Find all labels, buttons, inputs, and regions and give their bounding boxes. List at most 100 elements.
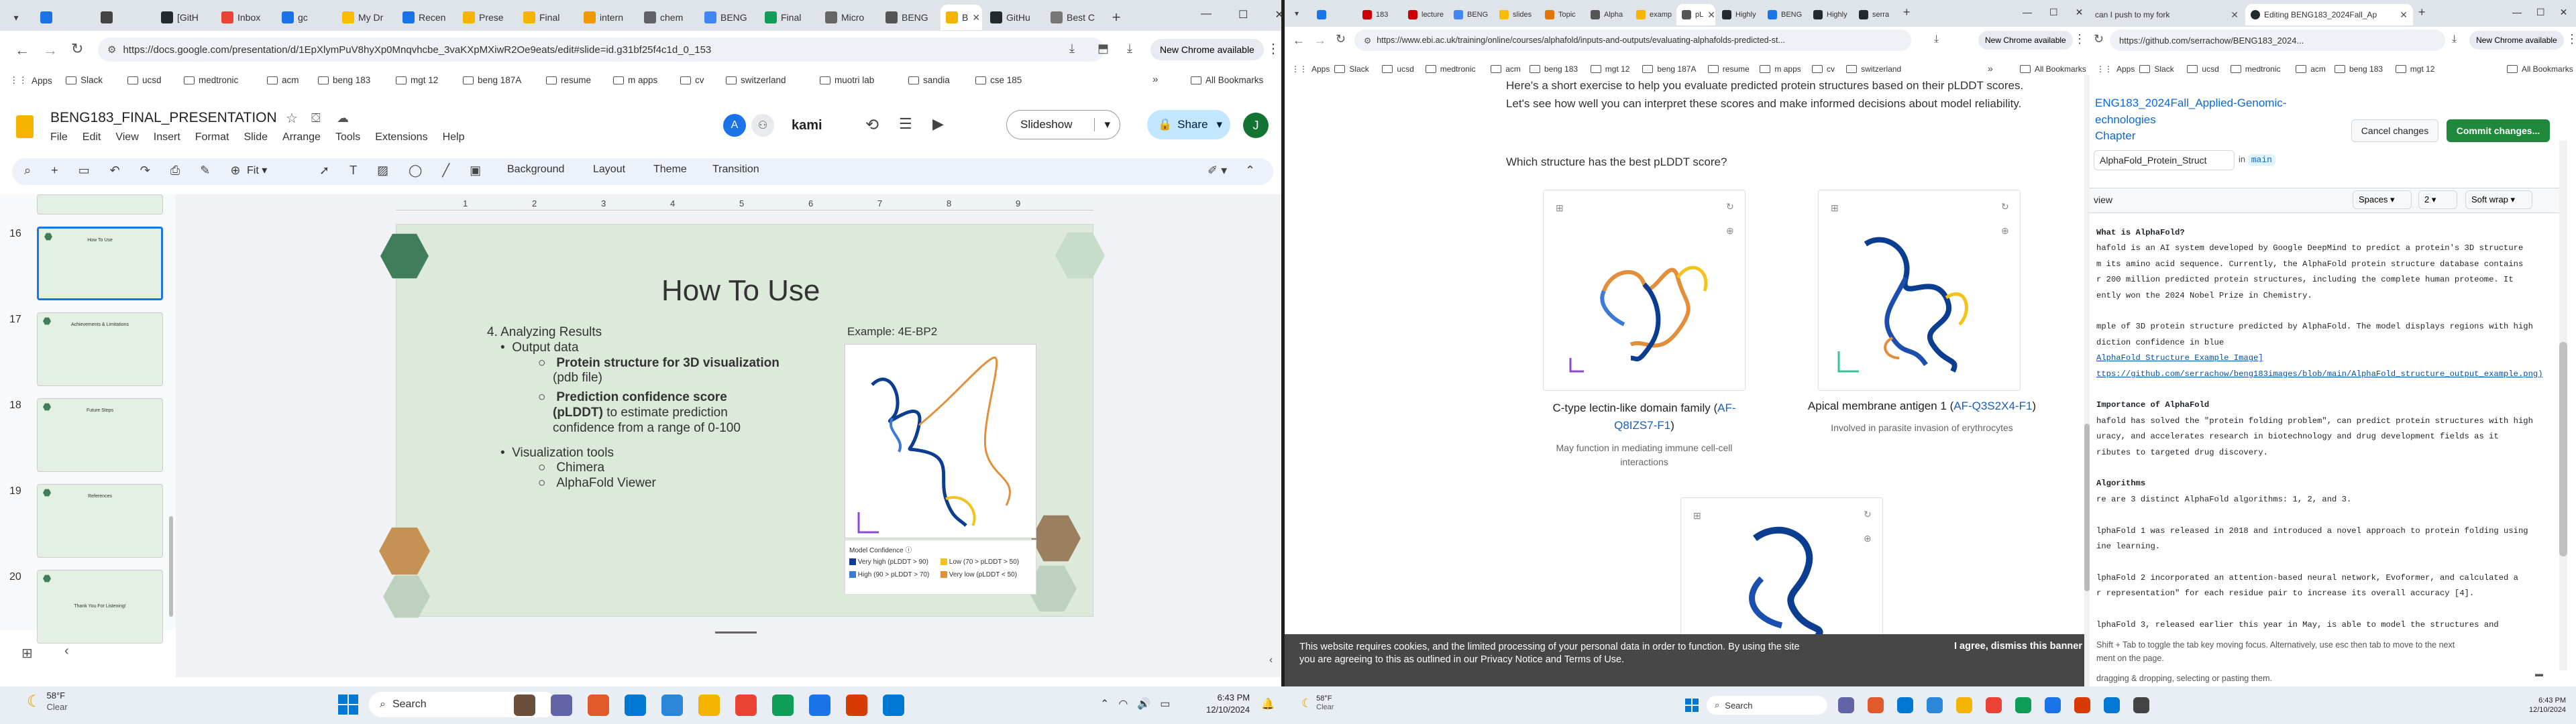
browser-tab[interactable]: BENG xyxy=(699,5,757,30)
browser-tab[interactable]: slides xyxy=(1494,4,1538,25)
browser-tab[interactable]: BENG xyxy=(1762,4,1807,25)
slide-title[interactable]: How To Use xyxy=(661,274,820,308)
chrome-icon[interactable] xyxy=(735,695,757,716)
filename-input[interactable]: AlphaFold_Protein_Struct xyxy=(2094,150,2235,170)
bookmark-item[interactable]: medtronic xyxy=(1425,64,1475,74)
extension-icon[interactable]: ⬒ xyxy=(1097,42,1109,56)
browser-tab[interactable]: Inbox xyxy=(216,5,274,30)
collapse-filmstrip-icon[interactable]: ‹ xyxy=(64,644,69,659)
browser-tab[interactable]: GitHu xyxy=(985,5,1042,30)
calendar-icon[interactable] xyxy=(846,695,867,716)
all-bookmarks[interactable]: All Bookmarks xyxy=(1191,75,1263,85)
browser-tab[interactable]: examp xyxy=(1631,4,1675,25)
scrollbar[interactable] xyxy=(2084,75,2090,686)
bookmark-item[interactable]: ucsd xyxy=(2187,64,2219,74)
slide-thumb[interactable]: Future Steps xyxy=(37,398,163,472)
wifi-icon[interactable]: ◠ xyxy=(1118,697,1128,711)
bookmark-item[interactable]: beng 187A xyxy=(463,75,521,85)
edge-icon[interactable] xyxy=(2015,697,2031,713)
close-tab-icon[interactable]: ✕ xyxy=(1707,9,1715,21)
bookmark-item[interactable]: Slack xyxy=(2139,64,2174,74)
new-tab-button[interactable]: + xyxy=(2418,5,2426,19)
tab[interactable]: can I push to my fork ✕ xyxy=(2090,4,2244,25)
menu-arrange[interactable]: Arrange xyxy=(282,131,321,143)
zoom-icon[interactable]: ⊕ xyxy=(230,164,240,178)
grid-view-icon[interactable]: ⊞ xyxy=(21,645,33,662)
files-icon[interactable] xyxy=(1956,697,1972,713)
zoom-select[interactable]: Fit ▾ xyxy=(247,164,267,177)
photos-icon[interactable] xyxy=(2104,697,2120,713)
browser-tab[interactable]: Prese xyxy=(458,5,515,30)
clock-2[interactable]: 6:43 PM 12/10/2024 xyxy=(2529,696,2566,715)
bookmark-item[interactable]: switzerland xyxy=(726,75,786,85)
pen-icon[interactable]: ✐ ▾ xyxy=(1208,164,1227,178)
notes-resize-handle[interactable] xyxy=(715,631,757,634)
menu-edit[interactable]: Edit xyxy=(83,131,101,143)
chrome-icon[interactable] xyxy=(1986,697,2002,713)
browser-tab[interactable]: 183 xyxy=(1357,4,1401,25)
browser-tab[interactable] xyxy=(1311,4,1356,25)
edge-icon[interactable] xyxy=(772,695,794,716)
browser-tab[interactable]: lecture xyxy=(1403,4,1447,25)
history-icon[interactable]: ⟲ xyxy=(865,115,879,135)
weather-widget[interactable]: ☾ 58°F Clear xyxy=(27,690,68,713)
menu-slide[interactable]: Slide xyxy=(244,131,268,143)
widget-icon[interactable] xyxy=(514,695,535,716)
close-icon[interactable]: ✕ xyxy=(1275,8,1283,21)
bookmark-item[interactable]: ucsd xyxy=(1382,64,1414,74)
store-icon[interactable] xyxy=(2045,697,2061,713)
clock[interactable]: 6:43 PM 12/10/2024 xyxy=(1206,692,1250,716)
bookmark-item[interactable]: acm xyxy=(267,75,299,85)
browser-tab[interactable]: pL ✕ xyxy=(1676,4,1715,25)
doc-title[interactable]: BENG183_FINAL_PRESENTATION xyxy=(50,110,277,126)
bookmark-item[interactable]: Slack xyxy=(1334,64,1369,74)
teams-icon[interactable] xyxy=(551,695,572,716)
browser-tab[interactable]: Topic xyxy=(1540,4,1584,25)
more-bookmarks-icon[interactable]: » xyxy=(1152,74,1158,85)
menu-format[interactable]: Format xyxy=(195,131,229,143)
scrollbar[interactable] xyxy=(2559,141,2567,670)
reload-icon[interactable]: ↻ xyxy=(2094,32,2104,46)
browser-tab[interactable]: BENG xyxy=(880,5,938,30)
protein-card-3[interactable]: ⊞ ↻ ⊕ xyxy=(1680,497,1883,639)
indent-mode-select[interactable]: Spaces ▾ xyxy=(2353,190,2412,209)
example-label[interactable]: Example: 4E-BP2 xyxy=(847,325,937,339)
widget-icon[interactable] xyxy=(1838,697,1854,713)
line-icon[interactable]: ╱ xyxy=(442,164,449,178)
star-icon[interactable]: ☆ xyxy=(286,110,298,127)
chevron-up-icon[interactable]: ⌃ xyxy=(1100,697,1109,711)
minimize-icon[interactable]: — xyxy=(2512,7,2522,18)
example-image[interactable] xyxy=(845,344,1036,538)
bookmark-item[interactable]: beng 183 xyxy=(2334,64,2383,74)
weather-widget-2[interactable]: ☾ 58°F Clear xyxy=(1301,695,1334,712)
repo-link[interactable]: ENG183_2024Fall_Applied-Genomic- echnolo… xyxy=(2095,95,2286,145)
protein-link-2[interactable]: AF-Q3S2X4-F1 xyxy=(1953,400,2032,412)
tab-search-icon[interactable]: ▾ xyxy=(8,9,24,25)
bookmark-item[interactable]: sandia xyxy=(908,75,950,85)
bookmark-item[interactable]: medtronic xyxy=(2230,64,2280,74)
close-tab-icon[interactable]: ✕ xyxy=(2231,9,2239,21)
back-icon[interactable]: ← xyxy=(15,42,30,59)
close-tab-icon[interactable]: ✕ xyxy=(2400,9,2408,21)
browser-tab[interactable]: My Dr xyxy=(337,5,394,30)
transition-button[interactable]: Transition xyxy=(712,164,759,176)
slides-logo-icon[interactable] xyxy=(16,115,34,138)
collapse-icon[interactable]: ⌃ xyxy=(1245,164,1255,178)
photos-icon[interactable] xyxy=(883,695,904,716)
bookmark-item[interactable]: cv xyxy=(1812,64,1835,74)
bookmark-item[interactable]: switzerland xyxy=(1846,64,1901,74)
privacy-notice-link[interactable]: Privacy Notice xyxy=(1481,654,1543,665)
all-bookmarks[interactable]: All Bookmarks xyxy=(2020,64,2086,74)
bookmark-item[interactable]: beng 183 xyxy=(1529,64,1578,74)
filmstrip-scrollbar[interactable] xyxy=(169,516,173,617)
bookmark-item[interactable]: ⋮⋮ Apps xyxy=(2096,64,2135,74)
menu-file[interactable]: File xyxy=(50,131,68,143)
undo-icon[interactable]: ↶ xyxy=(110,164,120,178)
volume-icon[interactable]: 🔊 xyxy=(1137,697,1150,711)
move-folder-icon[interactable]: ⛋ xyxy=(311,111,321,125)
browser-tab[interactable] xyxy=(95,5,153,30)
browser-tab[interactable]: [GitH xyxy=(156,5,213,30)
bookmark-item[interactable]: m apps xyxy=(1760,64,1801,74)
image-icon[interactable]: ▨ xyxy=(377,164,388,178)
bookmark-item[interactable]: medtronic xyxy=(184,75,238,85)
